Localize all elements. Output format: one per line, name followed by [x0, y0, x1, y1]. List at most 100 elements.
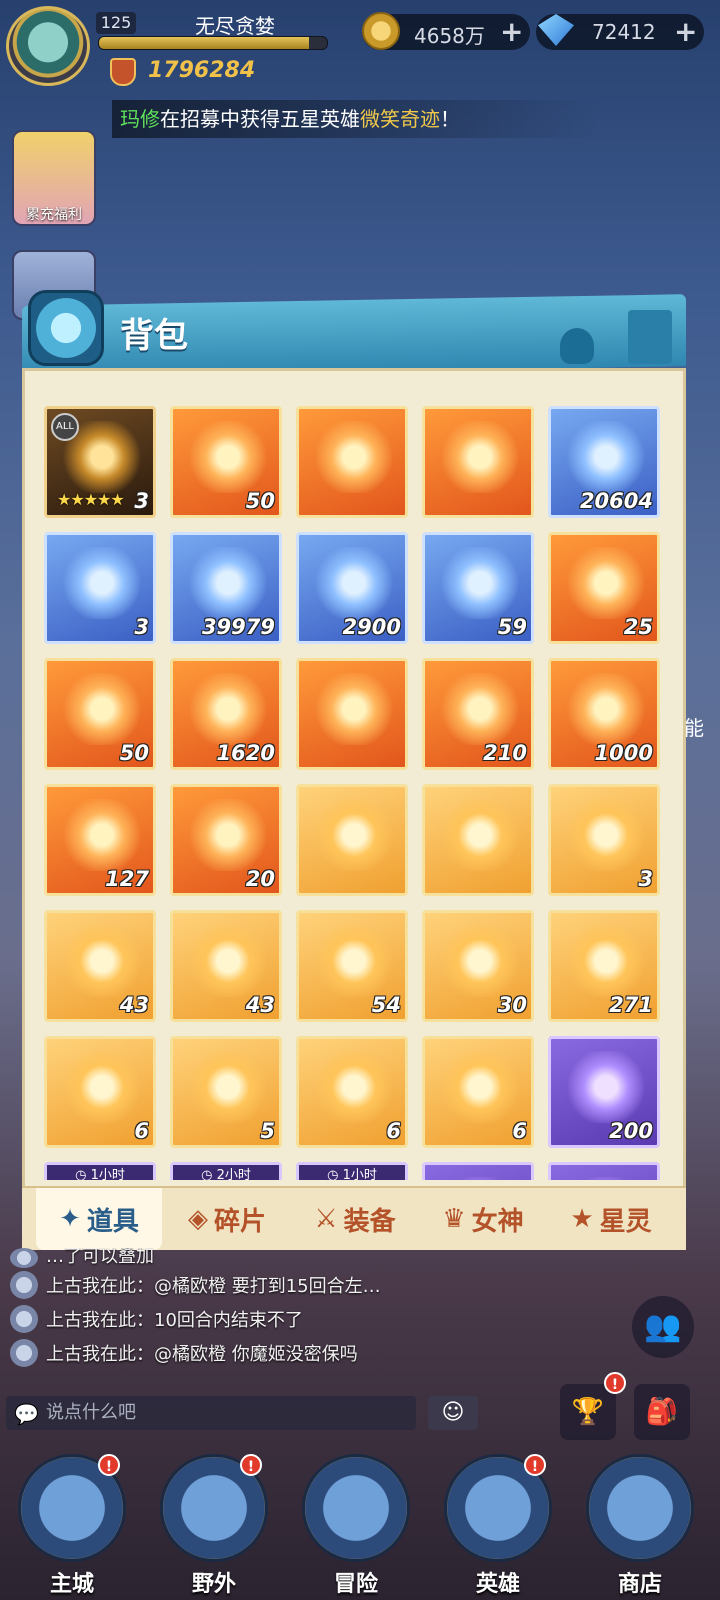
- inventory-slot[interactable]: 6: [422, 1036, 534, 1148]
- tab-0[interactable]: ✦ 道具: [36, 1188, 162, 1250]
- item-quantity: 20604: [579, 489, 653, 513]
- inventory-slot[interactable]: [296, 658, 408, 770]
- chat-input[interactable]: 说点什么吧: [6, 1396, 416, 1430]
- add-coins-button[interactable]: +: [500, 18, 523, 46]
- inventory-slot[interactable]: 20604: [548, 406, 660, 518]
- inventory-slot[interactable]: [296, 784, 408, 896]
- inventory-slot[interactable]: 25: [548, 532, 660, 644]
- inventory-slot[interactable]: ◷ 1小时: [44, 1162, 156, 1180]
- item-quantity: 6: [512, 1119, 527, 1143]
- nav-label: 英雄: [475, 1572, 520, 1597]
- card-back-icon: [439, 799, 521, 871]
- crystal-frame-icon: [439, 421, 521, 493]
- inventory-slot[interactable]: [422, 406, 534, 518]
- item-quantity: 30: [497, 993, 527, 1017]
- broadcast-banner: 玛修在招募中获得五星英雄微笑奇迹！: [112, 100, 602, 138]
- inventory-slot[interactable]: 6: [44, 1036, 156, 1148]
- inventory-slot[interactable]: [548, 1162, 660, 1180]
- chat-log: …了可以叠加 上古我在此：@橘欧橙 要打到15回合左… 上古我在此：10回合内结束…: [10, 1248, 450, 1370]
- coin-value: 4658万: [414, 24, 485, 48]
- inventory-slot[interactable]: ALL ★★★★★ 3: [44, 406, 156, 518]
- peach-fruit-icon: [313, 421, 395, 493]
- inventory-slot[interactable]: 3: [548, 784, 660, 896]
- rainbow-gem-icon: [187, 799, 269, 871]
- nav-button-4[interactable]: [586, 1454, 694, 1562]
- chat-partial-text: …了可以叠加: [46, 1248, 154, 1267]
- inventory-slot[interactable]: 127: [44, 784, 156, 896]
- inventory-slot[interactable]: 1620: [170, 658, 282, 770]
- item-quantity: 210: [483, 741, 527, 765]
- spyglass-icon: [439, 547, 521, 619]
- nav-button-2[interactable]: [302, 1454, 410, 1562]
- item-quantity: 3: [638, 867, 653, 891]
- inventory-slot[interactable]: 1000: [548, 658, 660, 770]
- chat-avatar: [10, 1271, 38, 1299]
- card-frame-icon: [313, 799, 395, 871]
- inventory-slot[interactable]: ◷ 2小时: [170, 1162, 282, 1180]
- tab-4[interactable]: ★ 星灵: [548, 1188, 674, 1250]
- inventory-slot[interactable]: 20: [170, 784, 282, 896]
- star-crystal-icon: [565, 673, 647, 745]
- inventory-slot[interactable]: 3: [44, 532, 156, 644]
- inventory-slot[interactable]: 6: [296, 1036, 408, 1148]
- item-quantity: 2900: [342, 615, 401, 639]
- inventory-slot[interactable]: 39979: [170, 532, 282, 644]
- inventory-slot[interactable]: 50: [44, 658, 156, 770]
- chat-text: 上古我在此：10回合内结束不了: [46, 1310, 303, 1331]
- chat-text: 上古我在此：@橘欧橙 你魔姬没密保吗: [46, 1344, 358, 1365]
- player-avatar[interactable]: [6, 6, 90, 86]
- magic-scroll-icon: [187, 1051, 269, 1123]
- alert-badge: !: [240, 1454, 262, 1476]
- jar-decoration-icon: [628, 310, 672, 364]
- chat-avatar: [10, 1339, 38, 1367]
- inventory-slot[interactable]: 200: [548, 1036, 660, 1148]
- golden-chest-icon: [61, 673, 143, 745]
- edge-label: 能: [684, 716, 704, 740]
- inventory-slot[interactable]: 5: [170, 1036, 282, 1148]
- blue-gem-icon: [313, 673, 395, 745]
- add-gems-button[interactable]: +: [674, 18, 697, 46]
- inventory-slot[interactable]: 30: [422, 910, 534, 1022]
- inventory-button[interactable]: 🎒: [634, 1384, 690, 1440]
- inventory-slot[interactable]: [422, 784, 534, 896]
- item-quantity: 54: [371, 993, 401, 1017]
- item-quantity: 127: [105, 867, 149, 891]
- tab-2[interactable]: ⚔ 装备: [292, 1188, 418, 1250]
- broadcast-hero: 微笑奇迹: [360, 107, 440, 131]
- inventory-slot[interactable]: 210: [422, 658, 534, 770]
- tab-icon: ★: [570, 1204, 594, 1234]
- item-quantity: 39979: [201, 615, 275, 639]
- chat-text: 上古我在此：@橘欧橙 要打到15回合左…: [46, 1276, 381, 1297]
- inventory-slot[interactable]: 271: [548, 910, 660, 1022]
- ranking-button[interactable]: 🏆: [560, 1384, 616, 1440]
- inventory-slot[interactable]: 2900: [296, 532, 408, 644]
- combat-power: 1796284: [148, 58, 256, 83]
- inventory-slot[interactable]: 43: [44, 910, 156, 1022]
- inventory-slot[interactable]: 59: [422, 532, 534, 644]
- inventory-slot[interactable]: 50: [170, 406, 282, 518]
- exp-bar: [98, 36, 328, 50]
- item-grid: ALL ★★★★★ 3 50 20604 3 39979 2900 59 25 50 1620 210 1…: [44, 406, 664, 1180]
- inventory-slot[interactable]: 43: [170, 910, 282, 1022]
- inventory-slot[interactable]: [296, 406, 408, 518]
- chat-bubble-icon: 💬: [14, 1402, 39, 1426]
- tab-1[interactable]: ◈ 碎片: [164, 1188, 290, 1250]
- coin-icon: [362, 12, 400, 50]
- inventory-slot[interactable]: 54: [296, 910, 408, 1022]
- friends-button[interactable]: 👥: [632, 1296, 694, 1358]
- item-quantity: 3: [134, 489, 149, 513]
- emoji-button[interactable]: ☺: [428, 1396, 478, 1430]
- inventory-slot[interactable]: [422, 1162, 534, 1180]
- inventory-slot[interactable]: ◷ 1小时: [296, 1162, 408, 1180]
- ranking-alert-badge: !: [604, 1372, 626, 1394]
- player-name: 无尽贪婪: [195, 14, 275, 38]
- green-spyglass-icon: [61, 799, 143, 871]
- tab-label: 星灵: [599, 1206, 652, 1237]
- tab-3[interactable]: ♛ 女神: [420, 1188, 546, 1250]
- item-quantity: 1000: [594, 741, 653, 765]
- gold-compass-icon: [187, 925, 269, 997]
- red-card-icon: [565, 799, 647, 871]
- tab-icon: ✦: [59, 1204, 81, 1234]
- all-badge: ALL: [51, 413, 79, 441]
- crystal-shards-icon: [439, 925, 521, 997]
